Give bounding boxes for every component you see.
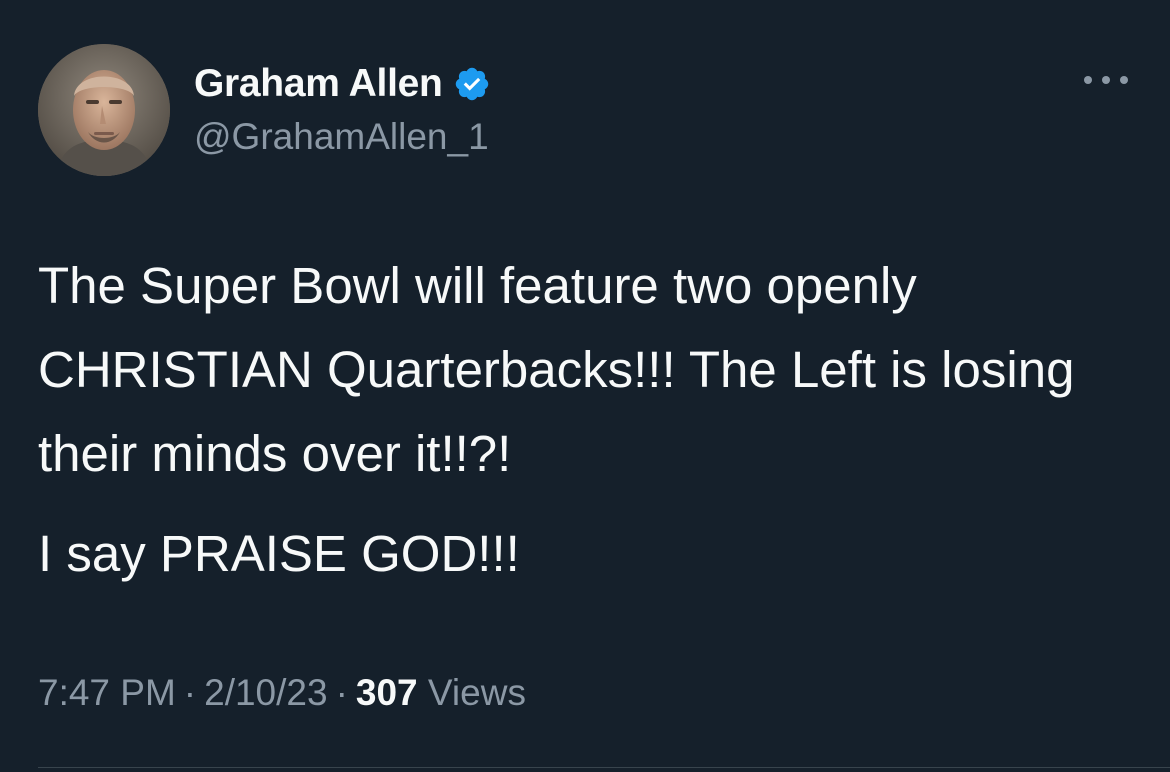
avatar-photo	[38, 44, 170, 176]
more-horizontal-icon	[1102, 76, 1110, 84]
author-info: Graham Allen @GrahamAllen_1	[194, 62, 491, 158]
tweet-card: Graham Allen @GrahamAllen_1 The Super Bo…	[0, 0, 1170, 772]
name-row: Graham Allen	[194, 62, 491, 106]
views-label: Views	[427, 672, 526, 713]
views-count: 307	[355, 672, 418, 713]
tweet-metadata: 7:47 PM · 2/10/23 · 307 Views	[38, 672, 526, 714]
divider	[38, 767, 1170, 768]
tweet-paragraph: The Super Bowl will feature two openly C…	[38, 257, 1075, 482]
more-horizontal-icon	[1120, 76, 1128, 84]
tweet-date[interactable]: 2/10/23	[204, 672, 327, 713]
tweet-header: Graham Allen @GrahamAllen_1	[38, 44, 1148, 176]
more-options-button[interactable]	[1084, 70, 1128, 90]
more-horizontal-icon	[1084, 76, 1092, 84]
tweet-text: The Super Bowl will feature two openly C…	[38, 244, 1148, 596]
tweet-paragraph: I say PRAISE GOD!!!	[38, 525, 520, 582]
avatar[interactable]	[38, 44, 170, 176]
tweet-time[interactable]: 7:47 PM	[38, 672, 176, 713]
separator: ·	[183, 672, 197, 713]
display-name[interactable]: Graham Allen	[194, 62, 443, 106]
verified-badge-icon	[455, 67, 488, 101]
handle[interactable]: @GrahamAllen_1	[194, 116, 491, 158]
separator: ·	[335, 672, 348, 713]
